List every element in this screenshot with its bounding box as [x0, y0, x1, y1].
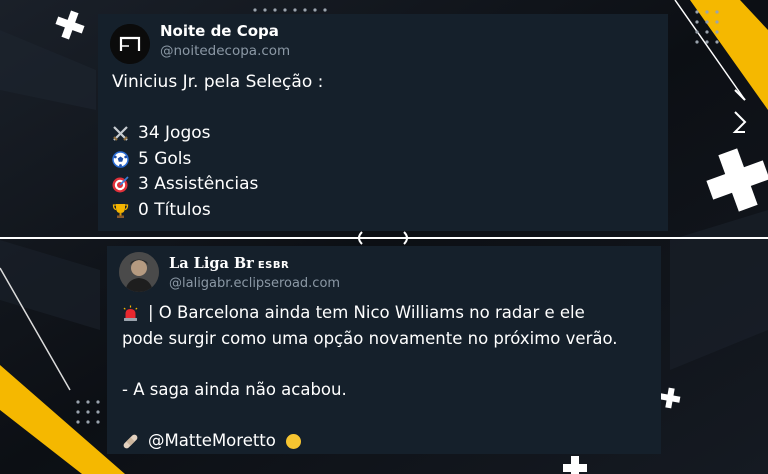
tweet-card-la-liga-br[interactable]: La Liga Br ESBR @laligabr.eclipseroad.com…	[107, 246, 661, 454]
bandage-icon	[122, 432, 139, 449]
trophy-icon	[112, 202, 129, 219]
crossed-swords-icon	[112, 125, 129, 142]
author-handle[interactable]: @noitedecopa.com	[160, 43, 290, 59]
tweet-line: | O Barcelona ainda tem Nico Williams no…	[122, 300, 618, 326]
stat-line: 3 Assistências	[112, 172, 323, 198]
author-name[interactable]: Noite de Copa	[160, 22, 279, 40]
tweet-text: | O Barcelona ainda tem Nico Williams no…	[148, 303, 585, 322]
soccer-ball-icon	[112, 151, 129, 168]
stat-line: 5 Gols	[112, 147, 323, 173]
author-tag: ESBR	[257, 260, 290, 271]
tweet-line: - A saga ainda não acabou.	[122, 379, 347, 399]
author-name[interactable]: La Liga Br ESBR	[169, 255, 289, 272]
stat-line: 34 Jogos	[112, 121, 323, 147]
tweet-body: | O Barcelona ainda tem Nico Williams no…	[122, 300, 618, 453]
yellow-circle-icon	[285, 432, 302, 449]
horizontal-divider	[0, 237, 768, 239]
credit-handle-link[interactable]: @MatteMoretto	[148, 428, 276, 454]
tweet-line: pode surgir como uma opção novamente no …	[122, 328, 618, 348]
siren-icon	[122, 304, 139, 322]
stat-text: 3 Assistências	[138, 174, 259, 194]
tweet-body: Vinicius Jr. pela Seleção : 34 Jogos 5 G…	[112, 70, 323, 223]
stat-text: 0 Títulos	[138, 199, 211, 220]
tweet-intro: Vinicius Jr. pela Seleção :	[112, 72, 324, 92]
avatar[interactable]	[119, 252, 159, 292]
author-name-text: La Liga Br	[169, 255, 254, 272]
profile-photo-icon	[119, 252, 159, 292]
direct-hit-icon	[112, 176, 129, 193]
stat-text: 34 Jogos	[138, 123, 211, 143]
goal-logo-icon	[110, 24, 150, 64]
tweet-card-noite-de-copa[interactable]: Noite de Copa @noitedecopa.com Vinicius …	[98, 14, 668, 231]
avatar[interactable]	[110, 24, 150, 64]
credit-line: @MatteMoretto	[122, 428, 618, 454]
author-handle[interactable]: @laligabr.eclipseroad.com	[169, 276, 340, 291]
stat-line: 0 Títulos	[112, 198, 323, 224]
stat-text: 5 Gols	[138, 148, 192, 169]
